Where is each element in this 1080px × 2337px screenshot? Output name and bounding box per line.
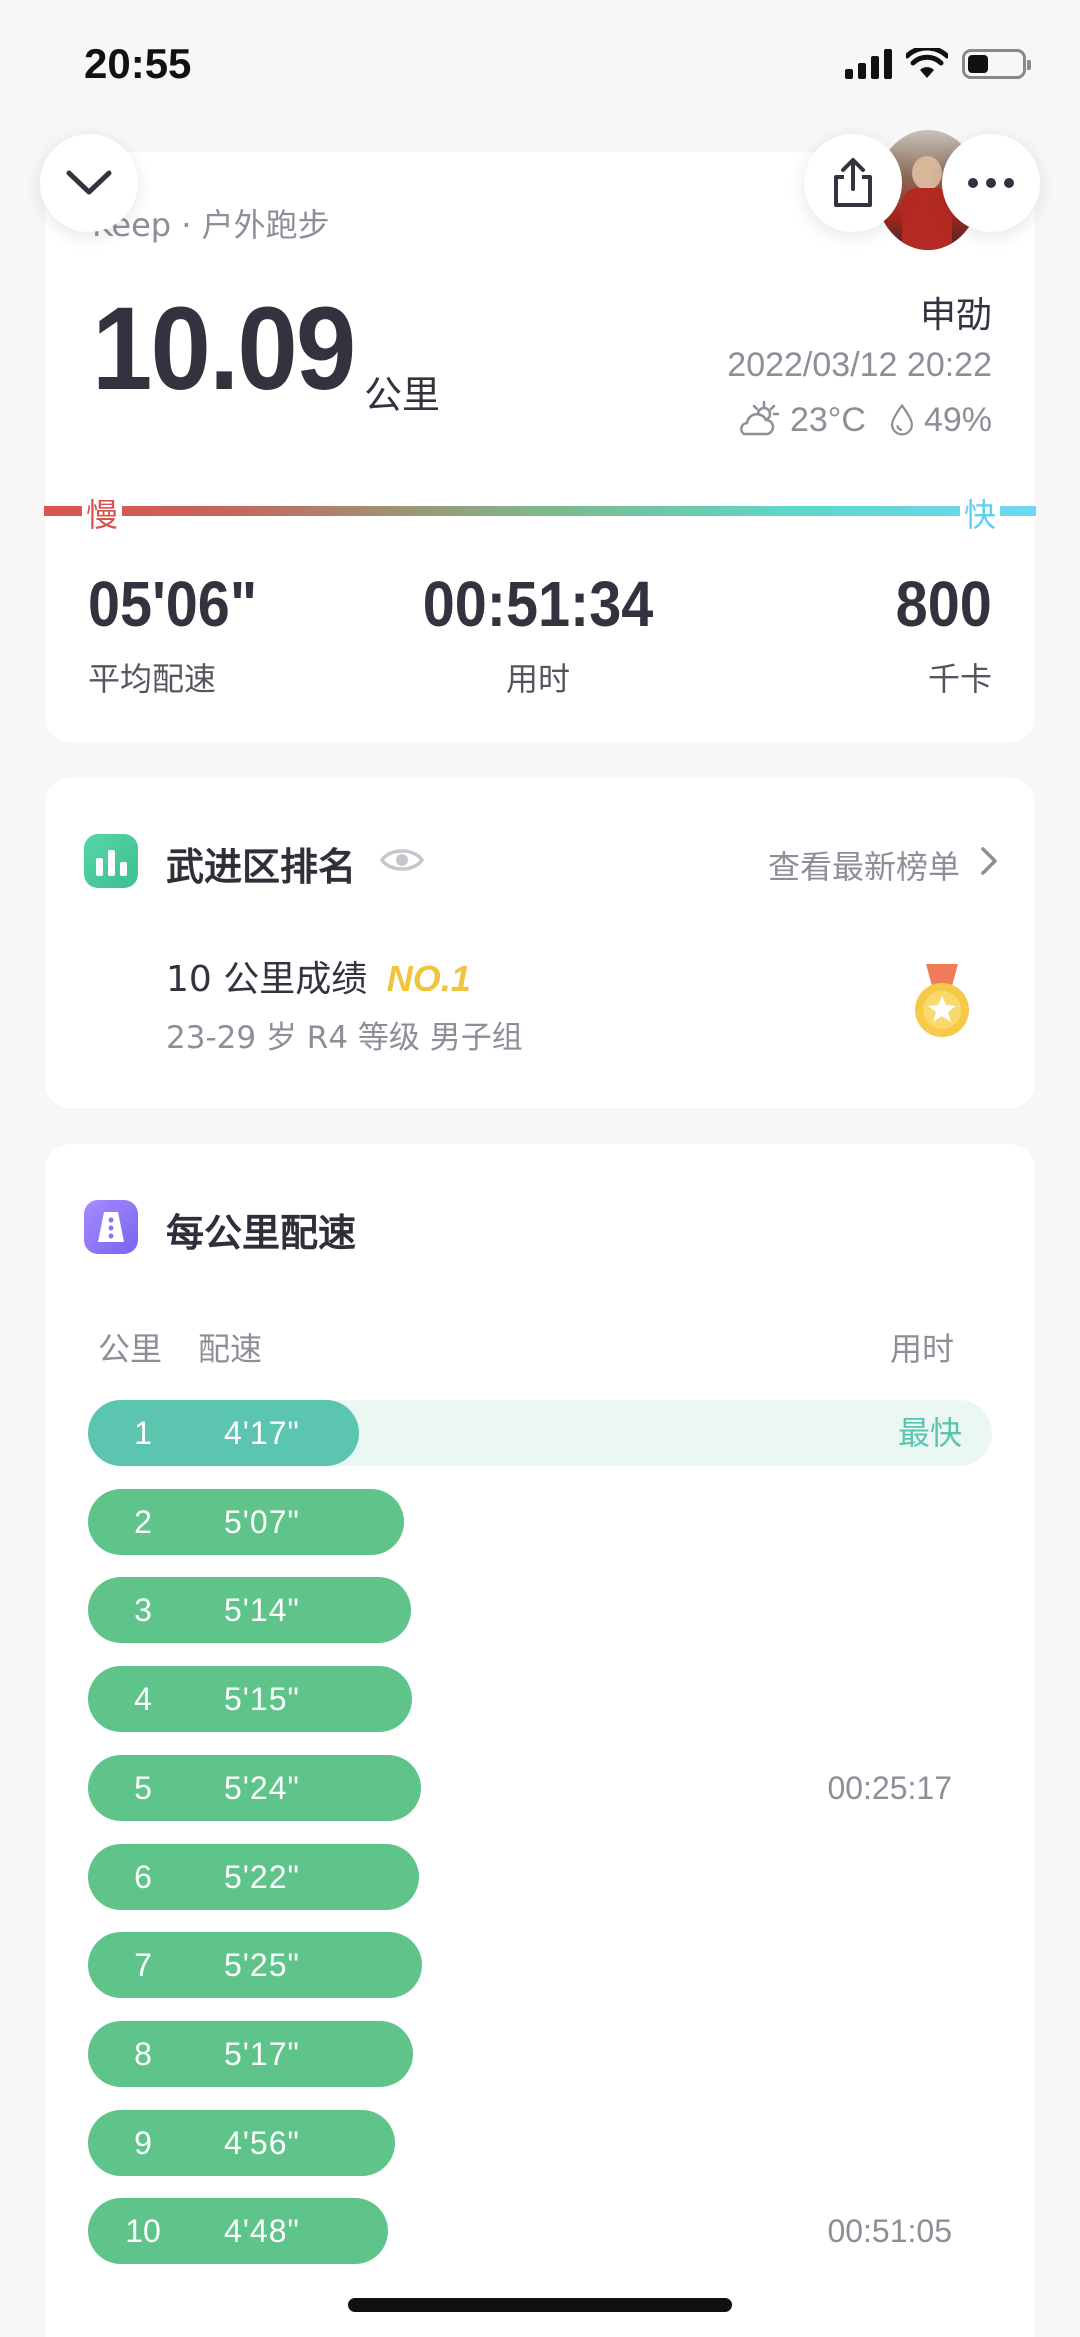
split-km: 6 (134, 1858, 152, 1895)
pace-fast-label: 快 (960, 490, 1001, 536)
split-cumulative-time: 00:25:17 (827, 1769, 952, 1806)
split-row: 8 5'17" (88, 2020, 992, 2087)
split-row: 3 5'14" (88, 1577, 992, 1644)
split-row: 10 4'48" 00:51:05 (88, 2198, 992, 2265)
split-pace: 5'15" (224, 1681, 300, 1718)
column-header-km: 公里 (98, 1330, 163, 1368)
distance-unit: 公里 (364, 373, 441, 417)
split-km: 8 (134, 2035, 152, 2072)
split-row: 7 5'25" (88, 1932, 992, 1999)
pace-splits-title: 每公里配速 (166, 1211, 357, 1255)
split-pace: 4'17" (224, 1415, 300, 1451)
column-header-pace: 配速 (198, 1330, 263, 1368)
chevron-down-icon (66, 170, 112, 195)
split-row: 1 4'17" 最快 (88, 1400, 992, 1466)
cellular-signal-icon (845, 49, 892, 79)
distance-value: 10.09 (92, 283, 356, 415)
split-row: 5 5'24" 00:25:17 (88, 1754, 992, 1821)
status-time: 20:55 (84, 40, 192, 87)
ranking-group: 23-29 岁 R4 等级 男子组 (166, 1020, 523, 1056)
battery-icon (962, 49, 1031, 79)
split-cumulative-time: 00:51:05 (827, 2213, 952, 2250)
eye-icon[interactable] (380, 846, 424, 874)
split-pace: 5'22" (224, 1858, 300, 1895)
split-pace: 5'17" (224, 2035, 300, 2072)
ranking-badge: NO.1 (386, 958, 471, 999)
pace-icon (84, 1200, 138, 1254)
split-km: 5 (134, 1769, 152, 1806)
weather-info: 23°C 49% (736, 400, 992, 440)
status-bar: 20:55 (0, 0, 1080, 130)
pace-slow-label: 慢 (82, 490, 123, 536)
temperature-value: 23°C (789, 400, 866, 439)
stat-value: 00:51:34 (422, 568, 654, 640)
split-row: 9 4'56" (88, 2109, 992, 2176)
split-row: 2 5'07" (88, 1488, 992, 1555)
split-row: 6 5'22" (88, 1843, 992, 1910)
split-km: 7 (134, 1947, 152, 1984)
home-indicator (348, 2298, 732, 2312)
user-name[interactable]: 申劭 (920, 286, 992, 338)
split-km: 10 (125, 2213, 161, 2250)
medal-icon (915, 964, 969, 1037)
split-pace: 4'48" (224, 2213, 300, 2250)
humidity-icon (890, 403, 913, 436)
collapse-button[interactable] (40, 134, 138, 232)
split-pace: 5'25" (224, 1947, 300, 1984)
split-pace: 5'07" (224, 1503, 300, 1540)
activity-datetime: 2022/03/12 20:22 (727, 346, 992, 384)
status-icons (845, 48, 1031, 80)
split-km: 1 (134, 1415, 152, 1451)
stat-calories: 800 千卡 (885, 572, 992, 700)
share-button[interactable] (804, 134, 902, 232)
split-pace: 5'14" (224, 1592, 300, 1629)
split-km: 4 (134, 1681, 152, 1718)
ranking-title: 武进区排名 (166, 845, 357, 889)
humidity-value: 49% (923, 400, 992, 439)
view-leaderboard-link[interactable]: 查看最新榜单 (768, 842, 960, 888)
ranking-card[interactable] (45, 778, 1035, 1108)
partly-cloudy-icon (740, 400, 780, 436)
ranking-result: 10 公里成绩 NO.1 (166, 950, 471, 1002)
column-header-time: 用时 (889, 1330, 954, 1368)
split-pace: 5'24" (224, 1769, 300, 1806)
more-options-button[interactable] (942, 134, 1040, 232)
stat-label: 用时 (505, 660, 570, 698)
split-km: 9 (134, 2124, 152, 2161)
stat-average-pace: 05'06" 平均配速 (88, 572, 276, 700)
pace-gradient-bar (44, 506, 1036, 516)
fastest-tag: 最快 (897, 1414, 962, 1452)
split-row: 4 5'15" (88, 1666, 992, 1733)
split-km: 2 (134, 1503, 152, 1540)
stat-duration: 00:51:34 用时 (400, 572, 676, 700)
bar-chart-icon (84, 834, 138, 888)
split-pace: 4'56" (224, 2124, 300, 2161)
wifi-icon (906, 48, 948, 78)
share-icon (834, 158, 872, 207)
stat-value: 05'06" (88, 568, 258, 640)
chevron-right-icon[interactable] (980, 846, 998, 876)
stat-label: 平均配速 (88, 660, 217, 698)
stat-value: 800 (895, 568, 992, 640)
ranking-result-text: 10 公里成绩 (166, 959, 368, 1000)
split-km: 3 (134, 1592, 152, 1629)
more-icon (968, 178, 1014, 188)
stat-label: 千卡 (927, 660, 992, 698)
